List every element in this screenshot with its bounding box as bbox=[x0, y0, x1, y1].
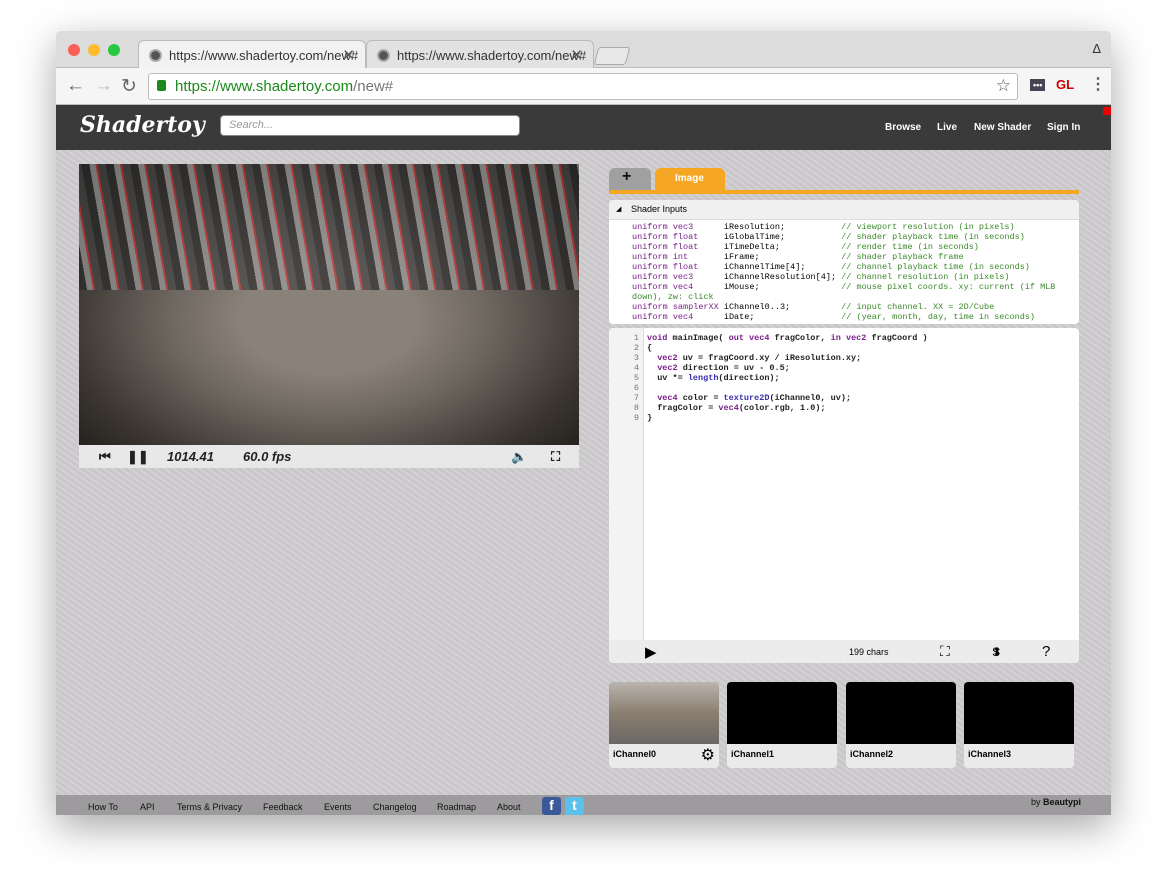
editor-tabs: + Image bbox=[609, 168, 1079, 194]
channel-label: iChannel2 bbox=[850, 749, 894, 759]
reload-icon[interactable]: ↻ bbox=[121, 75, 137, 98]
channel-0-thumbnail[interactable] bbox=[609, 682, 719, 744]
player-controls: ⏮ ❚❚ 1014.41 60.0 fps 🔈 ⛶ bbox=[79, 445, 579, 468]
footer-link-terms[interactable]: Terms & Privacy bbox=[177, 802, 242, 812]
gl-extension-icon[interactable]: GL bbox=[1056, 77, 1074, 92]
shadertoy-logo[interactable]: Shadertoy bbox=[80, 112, 205, 138]
shader-inputs-panel: ◢ Shader Inputs uniform vec3 iResolution;… bbox=[609, 200, 1079, 324]
editor-footer: ▶ 199 chars ⛶ S ⬍ ? bbox=[609, 640, 1079, 663]
fullscreen-icon[interactable]: ⛶ bbox=[551, 449, 560, 465]
channel-0[interactable]: iChannel0 ⚙ bbox=[609, 682, 719, 768]
credit-prefix: by bbox=[1030, 797, 1041, 807]
url-input[interactable]: https://www.shadertoy.com/new# ☆ bbox=[148, 73, 1018, 100]
facebook-icon[interactable]: f bbox=[542, 797, 561, 815]
tab-image-label: Image bbox=[675, 173, 704, 184]
profile-button[interactable]: Δ bbox=[1092, 41, 1101, 56]
browser-window: https://www.shadertoy.com/new# ✕ https://… bbox=[56, 31, 1111, 815]
time-display: 1014.41 bbox=[167, 449, 214, 464]
close-tab-icon[interactable]: ✕ bbox=[342, 46, 355, 64]
footer-link-feedback[interactable]: Feedback bbox=[263, 802, 303, 812]
credit: by Beautypi bbox=[1031, 797, 1081, 807]
shader-preview-canvas[interactable] bbox=[79, 164, 579, 445]
code-text[interactable]: void mainImage( out vec4 fragColor, in v… bbox=[647, 333, 928, 423]
tab-bar: https://www.shadertoy.com/new# ✕ https://… bbox=[56, 31, 1111, 69]
bookmark-star-icon[interactable]: ☆ bbox=[996, 76, 1011, 96]
channel-2[interactable]: iChannel2 bbox=[846, 682, 956, 768]
address-bar: ← → ↻ https://www.shadertoy.com/new# ☆ ••… bbox=[56, 68, 1111, 105]
footer-link-how-to[interactable]: How To bbox=[88, 802, 118, 812]
close-window-button[interactable] bbox=[68, 44, 80, 56]
url-host: https://www.shadertoy.com bbox=[175, 78, 354, 95]
pause-icon[interactable]: ❚❚ bbox=[127, 449, 149, 465]
add-tab-button[interactable]: + bbox=[609, 168, 651, 190]
shadertoy-page: Shadertoy Search... Browse Live New Shad… bbox=[56, 105, 1111, 815]
notification-indicator bbox=[1103, 107, 1111, 115]
credit-name[interactable]: Beautypi bbox=[1043, 797, 1081, 807]
footer-link-changelog[interactable]: Changelog bbox=[373, 802, 417, 812]
site-header: Shadertoy Search... Browse Live New Shad… bbox=[56, 105, 1111, 150]
shader-inputs-title: Shader Inputs bbox=[631, 204, 688, 214]
nav-new-shader[interactable]: New Shader bbox=[974, 122, 1031, 133]
browser-tab-2[interactable]: https://www.shadertoy.com/new# ✕ bbox=[366, 40, 594, 69]
back-icon[interactable]: ← bbox=[66, 75, 85, 97]
shadertoy-favicon bbox=[149, 49, 162, 62]
channel-1-thumbnail[interactable] bbox=[727, 682, 837, 744]
forward-icon[interactable]: → bbox=[94, 75, 113, 97]
footer-link-roadmap[interactable]: Roadmap bbox=[437, 802, 476, 812]
editor-fullscreen-icon[interactable]: ⛶ bbox=[940, 643, 950, 660]
font-size-select[interactable]: S ⬍ bbox=[992, 645, 1002, 659]
lock-icon bbox=[157, 80, 166, 91]
font-size-label: S bbox=[992, 645, 1001, 659]
browser-tab-1[interactable]: https://www.shadertoy.com/new# ✕ bbox=[138, 40, 366, 69]
code-editor[interactable]: 1 2 3 4 5 6 7 8 9 void mainImage( out ve… bbox=[609, 328, 1079, 663]
volume-icon[interactable]: 🔈 bbox=[511, 449, 527, 465]
help-button[interactable]: ? bbox=[1042, 643, 1050, 660]
tab-title: https://www.shadertoy.com/new# bbox=[397, 48, 587, 63]
channel-3[interactable]: iChannel3 bbox=[964, 682, 1074, 768]
shader-inputs-toggle[interactable]: ◢ Shader Inputs bbox=[609, 200, 1079, 220]
gear-icon[interactable]: ⚙ bbox=[701, 745, 715, 765]
line-numbers: 1 2 3 4 5 6 7 8 9 bbox=[609, 328, 644, 640]
nav-sign-in[interactable]: Sign In bbox=[1047, 122, 1080, 133]
shader-inputs-code: uniform vec3 iResolution; // viewport re… bbox=[632, 222, 1061, 322]
maximize-window-button[interactable] bbox=[108, 44, 120, 56]
footer-link-api[interactable]: API bbox=[140, 802, 155, 812]
url-path: /new# bbox=[353, 78, 394, 95]
close-tab-icon[interactable]: ✕ bbox=[570, 46, 583, 64]
channel-2-thumbnail[interactable] bbox=[846, 682, 956, 744]
footer-link-about[interactable]: About bbox=[497, 802, 521, 812]
rewind-icon[interactable]: ⏮ bbox=[99, 449, 111, 465]
compile-play-icon[interactable]: ▶ bbox=[645, 643, 657, 661]
tab-title: https://www.shadertoy.com/new# bbox=[169, 48, 359, 63]
channel-label: iChannel0 bbox=[613, 749, 657, 759]
twitter-icon[interactable]: t bbox=[565, 797, 584, 815]
minimize-window-button[interactable] bbox=[88, 44, 100, 56]
nav-live[interactable]: Live bbox=[937, 122, 957, 133]
channel-label: iChannel1 bbox=[731, 749, 775, 759]
channel-label: iChannel3 bbox=[968, 749, 1012, 759]
tab-image[interactable]: Image bbox=[655, 168, 725, 190]
search-input[interactable]: Search... bbox=[220, 115, 520, 136]
extension-icon[interactable]: ••• bbox=[1030, 79, 1046, 91]
new-tab-button[interactable] bbox=[593, 47, 631, 65]
menu-icon[interactable]: ⋮ bbox=[1090, 74, 1106, 94]
char-count: 199 chars bbox=[849, 647, 889, 657]
fps-display: 60.0 fps bbox=[243, 449, 292, 464]
site-footer: How To API Terms & Privacy Feedback Even… bbox=[56, 795, 1111, 815]
channel-1[interactable]: iChannel1 bbox=[727, 682, 837, 768]
nav-browse[interactable]: Browse bbox=[885, 122, 921, 133]
shadertoy-favicon bbox=[377, 49, 390, 62]
collapse-triangle-icon: ◢ bbox=[616, 206, 622, 213]
footer-link-events[interactable]: Events bbox=[324, 802, 352, 812]
channel-3-thumbnail[interactable] bbox=[964, 682, 1074, 744]
